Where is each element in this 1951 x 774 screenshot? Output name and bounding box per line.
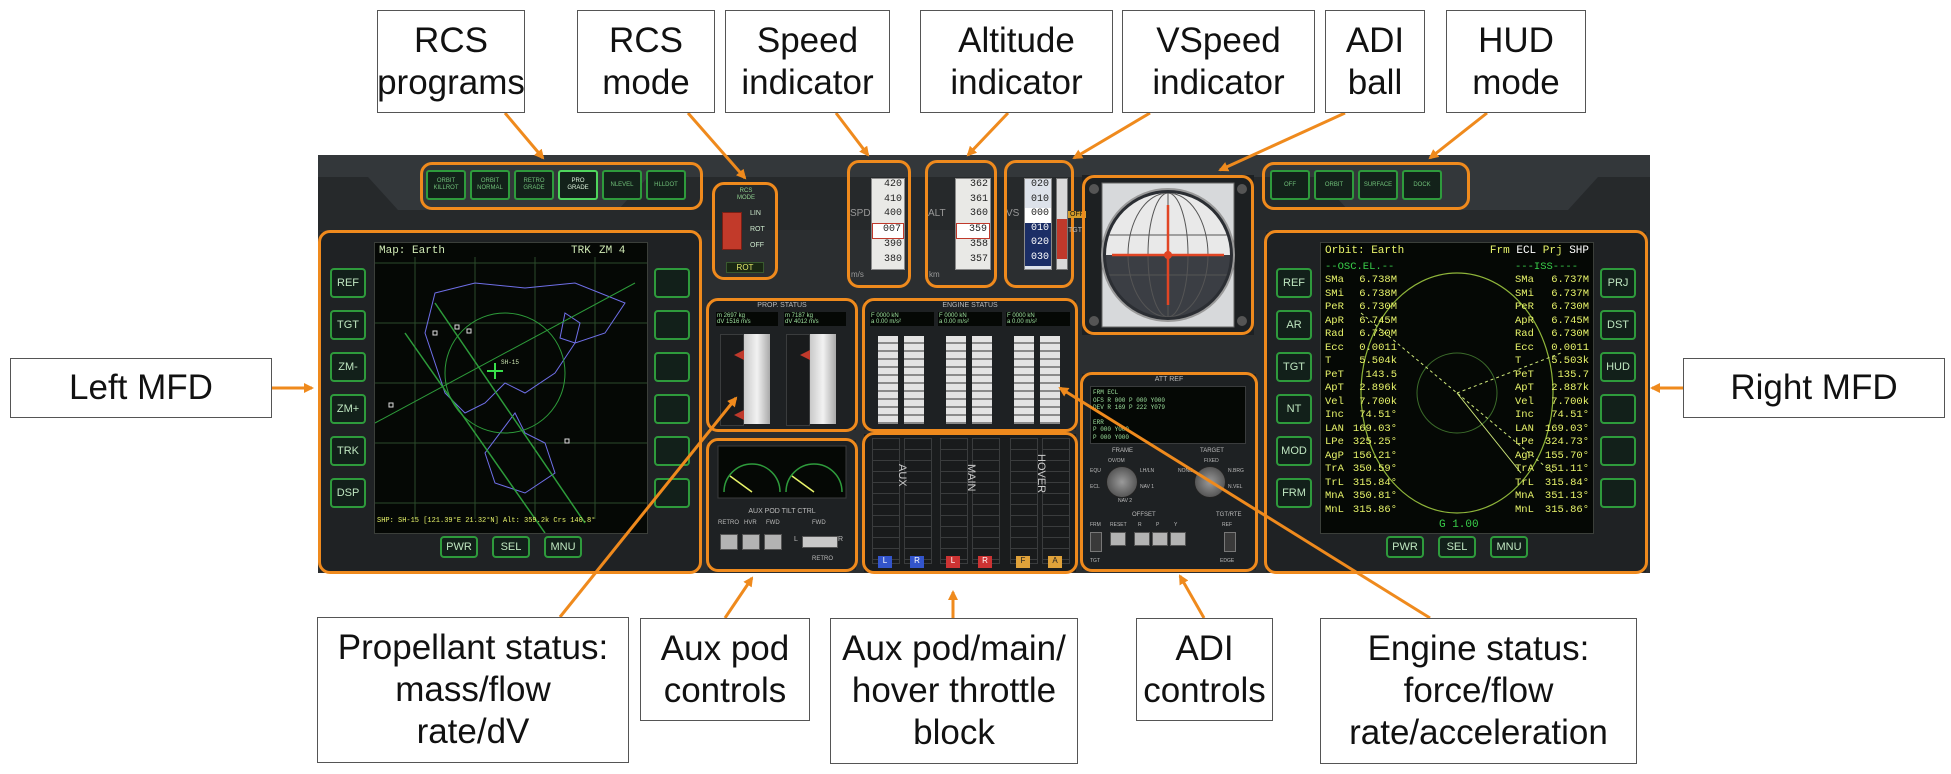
label-speed-indicator: Speed indicator (725, 10, 890, 113)
label-throttle-block: Aux pod/main/ hover throttle block (830, 618, 1078, 764)
highlight-propellant-status (706, 298, 858, 432)
highlight-left-mfd (318, 230, 702, 574)
highlight-altitude-indicator (925, 160, 997, 288)
highlight-vspeed-indicator (1004, 160, 1074, 288)
label-rcs-mode: RCS mode (577, 10, 715, 113)
label-adi-ball: ADI ball (1325, 10, 1425, 113)
label-engine-status: Engine status: force/flow rate/accelerat… (1320, 618, 1637, 764)
label-right-mfd: Right MFD (1683, 358, 1945, 418)
highlight-hud-mode (1262, 162, 1470, 210)
label-aux-pod-controls: Aux pod controls (640, 618, 810, 721)
highlight-speed-indicator (847, 160, 911, 288)
adi-tgt-tag: TGT (1068, 227, 1082, 234)
label-vspeed-indicator: VSpeed indicator (1122, 10, 1315, 113)
highlight-rcs-programs (420, 162, 703, 210)
highlight-adi-controls (1080, 372, 1258, 572)
label-hud-mode: HUD mode (1446, 10, 1586, 113)
label-propellant-status: Propellant status: mass/flow rate/dV (317, 617, 629, 763)
highlight-engine-status (862, 298, 1078, 432)
highlight-aux-pod-controls (706, 438, 858, 572)
highlight-adi-ball (1082, 175, 1254, 335)
label-rcs-programs: RCS programs (377, 10, 525, 113)
label-adi-controls: ADI controls (1136, 618, 1273, 721)
label-altitude-indicator: Altitude indicator (920, 10, 1113, 113)
highlight-throttle-block (862, 432, 1078, 574)
highlight-right-mfd (1264, 230, 1648, 574)
highlight-rcs-mode (712, 182, 778, 280)
label-left-mfd: Left MFD (10, 358, 272, 418)
